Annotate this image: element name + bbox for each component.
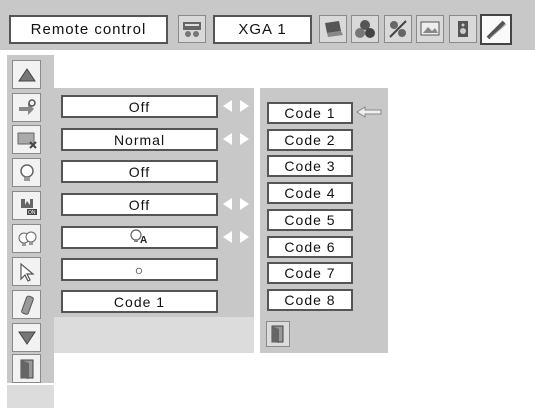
setting-value-row-2[interactable]: Normal bbox=[61, 128, 218, 151]
color-balls-icon[interactable] bbox=[351, 15, 379, 43]
code-option[interactable]: Code 8 bbox=[267, 289, 353, 311]
code-option[interactable]: Code 5 bbox=[267, 209, 353, 231]
adjust-arrows-icon[interactable] bbox=[222, 230, 250, 244]
remote-icon[interactable] bbox=[178, 15, 206, 43]
scroll-up-icon[interactable] bbox=[12, 60, 41, 89]
exit-icon[interactable] bbox=[266, 321, 290, 347]
setting-value-row-1[interactable]: Off bbox=[61, 95, 218, 118]
setting-value-row-6[interactable]: ○ bbox=[61, 258, 218, 281]
sidebar-footer bbox=[7, 385, 54, 408]
screen-icon[interactable] bbox=[416, 15, 444, 43]
adjust-arrows-icon[interactable] bbox=[222, 132, 250, 146]
lamp-control-icon[interactable] bbox=[12, 224, 41, 253]
settings-panel-footer bbox=[54, 317, 254, 353]
input-source-display: XGA 1 bbox=[213, 15, 312, 44]
adjust-arrows-icon[interactable] bbox=[222, 99, 250, 113]
code-option[interactable]: Code 3 bbox=[267, 155, 353, 177]
image-adjust-icon[interactable] bbox=[384, 15, 412, 43]
power-on-icon[interactable]: ON bbox=[12, 191, 41, 220]
code-option[interactable]: Code 7 bbox=[267, 262, 353, 284]
svg-text:A: A bbox=[140, 235, 148, 244]
lamp-auto-icon: A bbox=[129, 228, 151, 247]
setting-value-row-3[interactable]: Off bbox=[61, 160, 218, 183]
adjust-arrows-icon[interactable] bbox=[222, 197, 250, 211]
svg-text:ON: ON bbox=[28, 210, 36, 216]
lamp-icon[interactable] bbox=[12, 158, 41, 187]
selection-pointer-icon bbox=[356, 106, 382, 118]
exit-icon[interactable] bbox=[12, 354, 41, 383]
laptop-icon[interactable] bbox=[319, 15, 347, 43]
setting-value-row-7[interactable]: Code 1 bbox=[61, 290, 218, 313]
remote-control-icon[interactable] bbox=[12, 290, 41, 319]
screen-off-icon[interactable] bbox=[12, 125, 41, 154]
setting-value-row-4[interactable]: Off bbox=[61, 193, 218, 216]
speaker-icon[interactable] bbox=[449, 15, 477, 43]
code-option[interactable]: Code 1 bbox=[267, 102, 353, 124]
setting-wrench-icon[interactable] bbox=[480, 14, 512, 45]
code-option[interactable]: Code 2 bbox=[267, 129, 353, 151]
menu-title: Remote control bbox=[9, 15, 168, 44]
code-option[interactable]: Code 6 bbox=[267, 236, 353, 258]
scroll-down-icon[interactable] bbox=[12, 323, 41, 352]
setting-value-row-5[interactable]: A bbox=[61, 226, 218, 249]
input-search-icon[interactable] bbox=[12, 93, 41, 122]
pointer-icon[interactable] bbox=[12, 257, 41, 286]
code-option[interactable]: Code 4 bbox=[267, 182, 353, 204]
